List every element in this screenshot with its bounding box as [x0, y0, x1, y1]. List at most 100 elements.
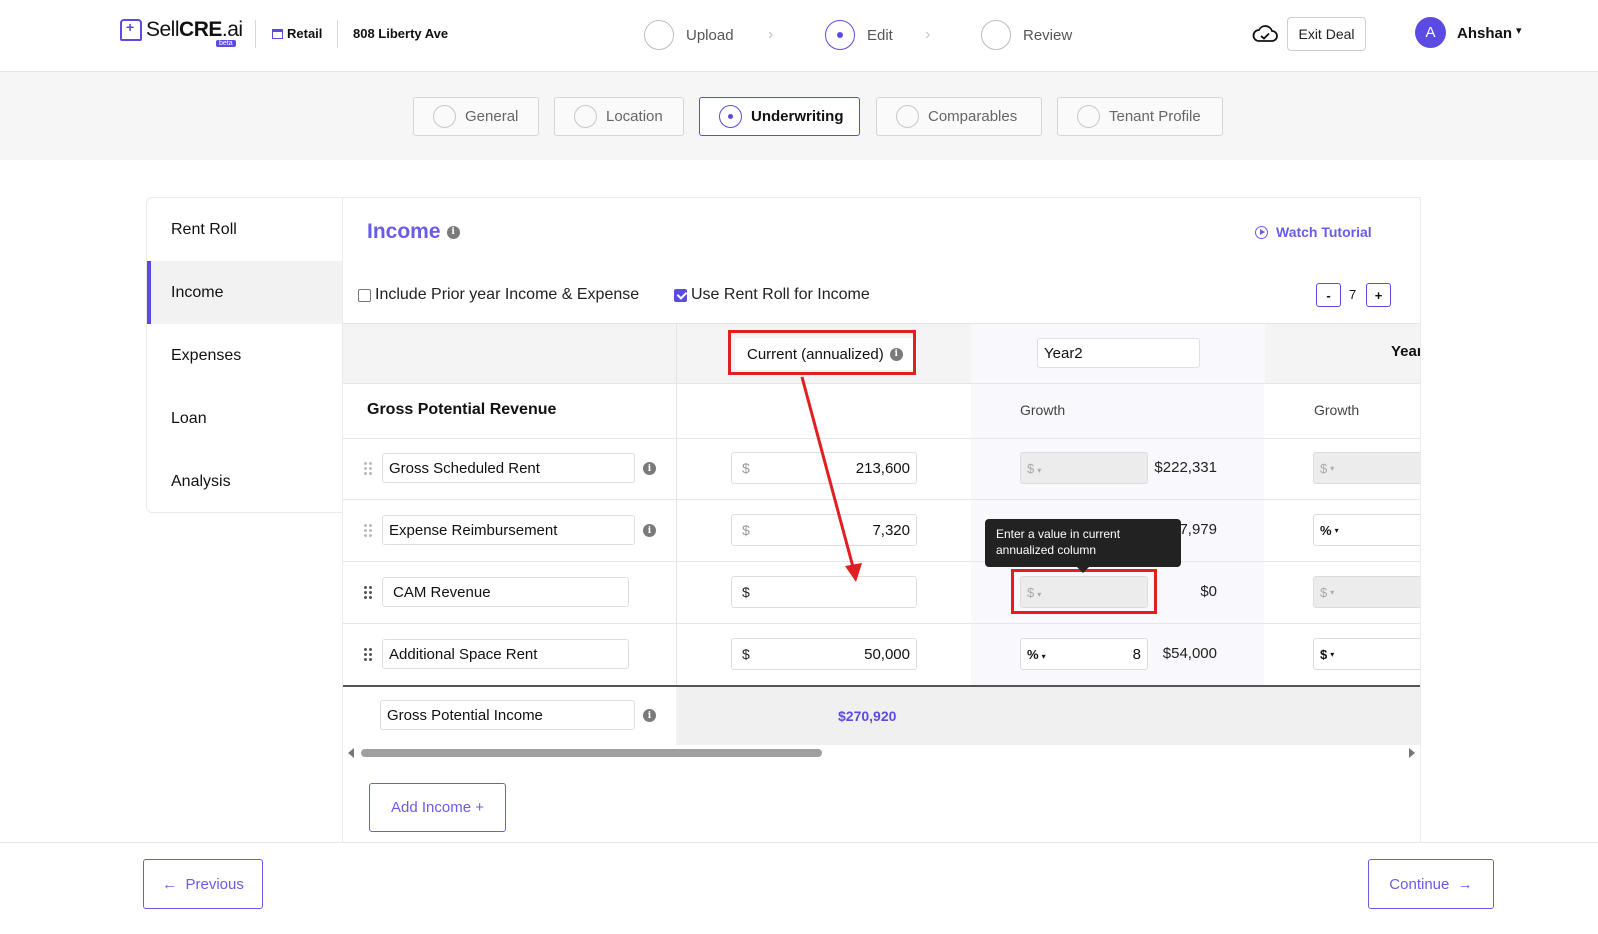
total-row: Gross Potential Income i $270,920	[343, 685, 1420, 745]
tab-radio-icon	[433, 105, 456, 128]
horizontal-scrollbar[interactable]	[343, 745, 1420, 759]
tab-radio-icon	[574, 105, 597, 128]
amount-value: 7,320	[872, 521, 910, 539]
currency-symbol: $	[742, 646, 750, 662]
use-rent-roll-option[interactable]: Use Rent Roll for Income	[674, 286, 870, 304]
unit-value: %	[1027, 646, 1039, 662]
page-title: Income i	[367, 220, 460, 244]
user-name[interactable]: Ahshan	[1457, 25, 1512, 42]
sidebar-item-label: Rent Roll	[171, 220, 237, 238]
step-label: Upload	[686, 26, 734, 44]
chevron-down-icon[interactable]: ▾	[1516, 24, 1522, 37]
tab-tenant-profile[interactable]: Tenant Profile	[1057, 97, 1223, 136]
scroll-left-icon[interactable]	[348, 748, 354, 758]
income-name-input[interactable]: CAM Revenue	[382, 577, 629, 607]
store-icon	[272, 28, 283, 39]
growth-input[interactable]: % ▾	[1313, 514, 1420, 546]
underwriting-sidebar: Rent Roll Income Expenses Loan Analysis	[146, 197, 343, 513]
highlight-current-header	[728, 330, 916, 375]
unit-select[interactable]: % ▾	[1027, 647, 1046, 662]
projected-value: $222,331	[1154, 459, 1217, 476]
income-panel: Income i Watch Tutorial Include Prior ye…	[342, 197, 1421, 857]
top-header: SellCRE.ai beta Retail 808 Liberty Ave U…	[0, 0, 1598, 72]
growth-label: Growth	[1020, 402, 1066, 418]
include-prior-year-option[interactable]: Include Prior year Income & Expense	[358, 286, 639, 304]
drag-handle-icon[interactable]	[364, 462, 374, 476]
drag-handle-icon[interactable]	[364, 586, 374, 600]
scrollbar-thumb[interactable]	[361, 749, 822, 757]
step-label: Review	[1023, 26, 1073, 44]
drag-handle-icon[interactable]	[364, 648, 374, 662]
growth-input[interactable]: $ ▾	[1313, 638, 1420, 670]
year2-header-input[interactable]: Year2	[1037, 338, 1200, 368]
growth-input[interactable]: $ ▾	[1313, 576, 1420, 608]
step-review[interactable]: Review	[981, 20, 1072, 50]
scroll-right-icon[interactable]	[1409, 748, 1415, 758]
currency-symbol: $	[742, 522, 750, 538]
unit-select[interactable]: $ ▾	[1027, 461, 1041, 476]
sidebar-item-rent-roll[interactable]: Rent Roll	[147, 198, 343, 261]
sidebar-item-income[interactable]: Income	[147, 261, 343, 324]
step-circle-icon	[981, 20, 1011, 50]
growth-input[interactable]: % ▾ 8	[1020, 638, 1148, 670]
tab-location[interactable]: Location	[554, 97, 684, 136]
exit-deal-button[interactable]: Exit Deal	[1287, 17, 1366, 51]
include-prior-year-checkbox[interactable]	[358, 288, 371, 302]
income-name-input[interactable]: Expense Reimbursement	[382, 515, 635, 545]
info-icon[interactable]: i	[643, 462, 656, 475]
avatar[interactable]: A	[1415, 17, 1446, 48]
income-name-input[interactable]: Gross Scheduled Rent	[382, 453, 635, 483]
total-name-input[interactable]: Gross Potential Income	[380, 700, 635, 730]
chevron-down-icon: ▾	[1037, 465, 1042, 475]
tab-radio-icon	[1077, 105, 1100, 128]
add-income-button[interactable]: Add Income +	[369, 783, 506, 832]
info-icon[interactable]: i	[446, 225, 460, 239]
sidebar-item-analysis[interactable]: Analysis	[147, 450, 343, 513]
row-divider	[343, 623, 1420, 624]
brand-prefix: Sell	[146, 18, 180, 41]
use-rent-roll-checkbox[interactable]	[674, 288, 687, 302]
unit-value: %	[1320, 522, 1332, 538]
tab-comparables[interactable]: Comparables	[876, 97, 1042, 136]
sidebar-item-loan[interactable]: Loan	[147, 387, 343, 450]
use-rent-roll-label: Use Rent Roll for Income	[691, 286, 870, 303]
years-increment-button[interactable]: +	[1366, 283, 1391, 307]
step-edit[interactable]: Edit	[825, 20, 893, 50]
logo-house-icon	[120, 19, 142, 41]
step-label: Edit	[867, 26, 893, 44]
brand-suffix: .ai	[221, 18, 243, 41]
footer-nav: ← Previous Continue →	[0, 842, 1598, 934]
info-icon[interactable]: i	[643, 709, 656, 722]
tab-radio-active-icon	[719, 105, 742, 128]
tab-general[interactable]: General	[413, 97, 539, 136]
info-icon[interactable]: i	[643, 524, 656, 537]
sidebar-item-label: Expenses	[171, 346, 242, 364]
property-type-label: Retail	[287, 26, 323, 41]
growth-input[interactable]: $ ▾	[1313, 452, 1420, 484]
growth-input[interactable]: $ ▾	[1020, 452, 1148, 484]
current-amount-input[interactable]: $ 50,000	[731, 638, 917, 670]
continue-label: Continue	[1389, 875, 1450, 893]
continue-button[interactable]: Continue →	[1368, 859, 1494, 909]
property-address: 808 Liberty Ave	[353, 26, 449, 41]
sellcre-logo[interactable]: SellCRE.ai beta	[120, 18, 243, 47]
step-circle-active-icon	[825, 20, 855, 50]
years-count: 7	[1349, 287, 1357, 302]
tab-radio-icon	[896, 105, 919, 128]
current-amount-input[interactable]: $ 213,600	[731, 452, 917, 484]
step-upload[interactable]: Upload	[644, 20, 734, 50]
current-amount-input[interactable]: $	[731, 576, 917, 608]
cloud-saved-icon[interactable]	[1252, 24, 1278, 44]
previous-button[interactable]: ← Previous	[143, 859, 263, 909]
total-value: $270,920	[838, 708, 897, 724]
sidebar-item-expenses[interactable]: Expenses	[147, 324, 343, 387]
current-amount-input[interactable]: $ 7,320	[731, 514, 917, 546]
tab-underwriting[interactable]: Underwriting	[699, 97, 860, 136]
tab-label: Tenant Profile	[1109, 108, 1201, 125]
currency-symbol: $	[742, 460, 750, 476]
drag-handle-icon[interactable]	[364, 524, 374, 538]
watch-tutorial-link[interactable]: Watch Tutorial	[1255, 224, 1372, 240]
highlight-growth-field	[1011, 569, 1157, 614]
income-name-input[interactable]: Additional Space Rent	[382, 639, 629, 669]
years-decrement-button[interactable]: -	[1316, 283, 1341, 307]
